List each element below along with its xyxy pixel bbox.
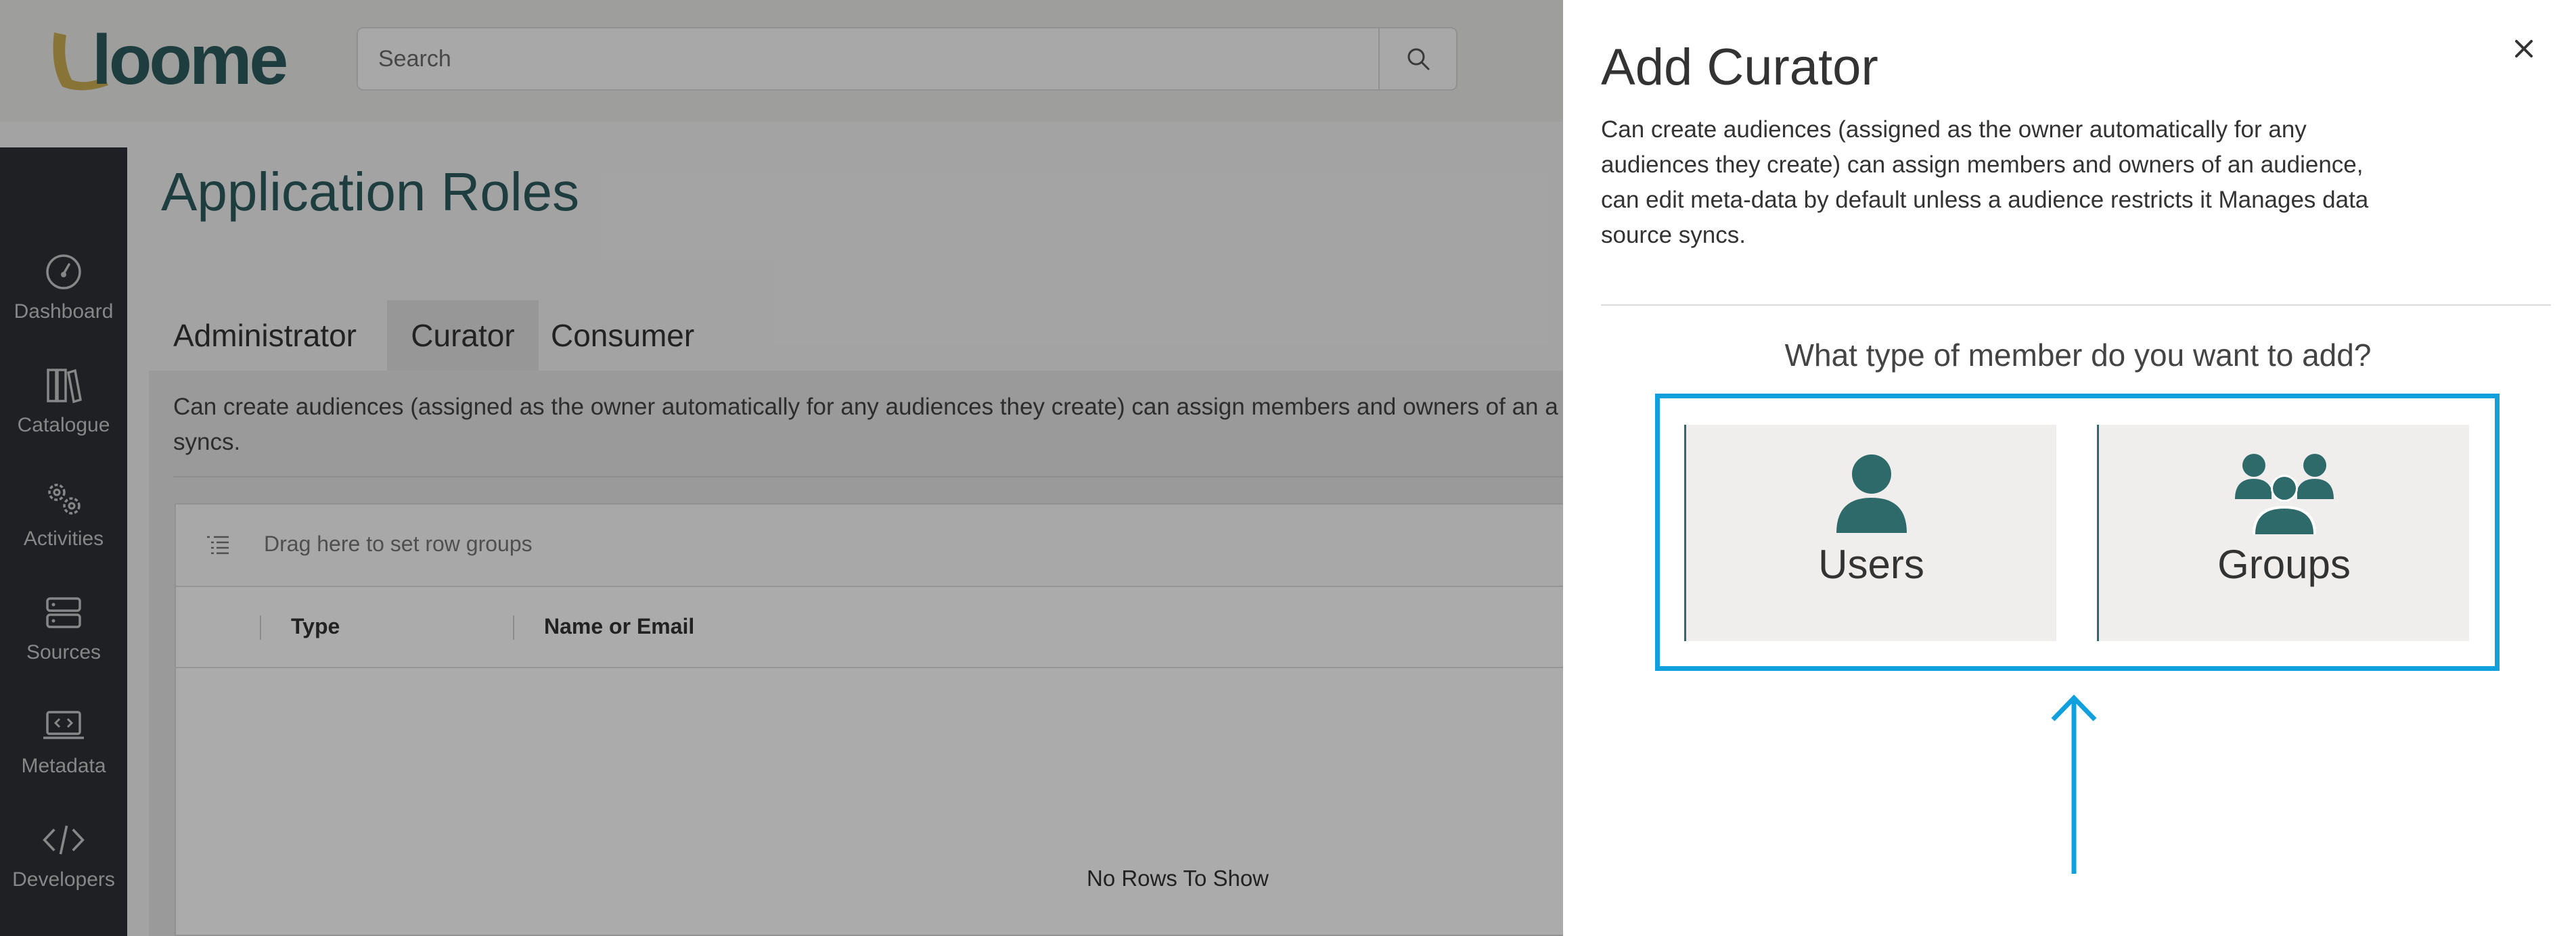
groups-option-button[interactable]: Groups	[2097, 425, 2469, 641]
modal-description: Can create audiences (assigned as the ow…	[1601, 116, 2369, 248]
groups-option-label: Groups	[2217, 542, 2351, 587]
user-icon	[1686, 453, 2056, 533]
modal-backdrop[interactable]	[0, 0, 1563, 936]
close-button[interactable]	[2508, 32, 2540, 65]
member-type-question: What type of member do you want to add?	[1784, 337, 2372, 373]
modal-divider	[1601, 304, 2551, 306]
users-option-label: Users	[1818, 542, 1924, 587]
modal-title: Add Curator	[1601, 39, 1878, 96]
group-icon	[2099, 453, 2469, 534]
up-arrow-annotation-icon	[2051, 694, 2097, 874]
close-icon	[2515, 40, 2533, 57]
users-option-button[interactable]: Users	[1684, 425, 2056, 641]
